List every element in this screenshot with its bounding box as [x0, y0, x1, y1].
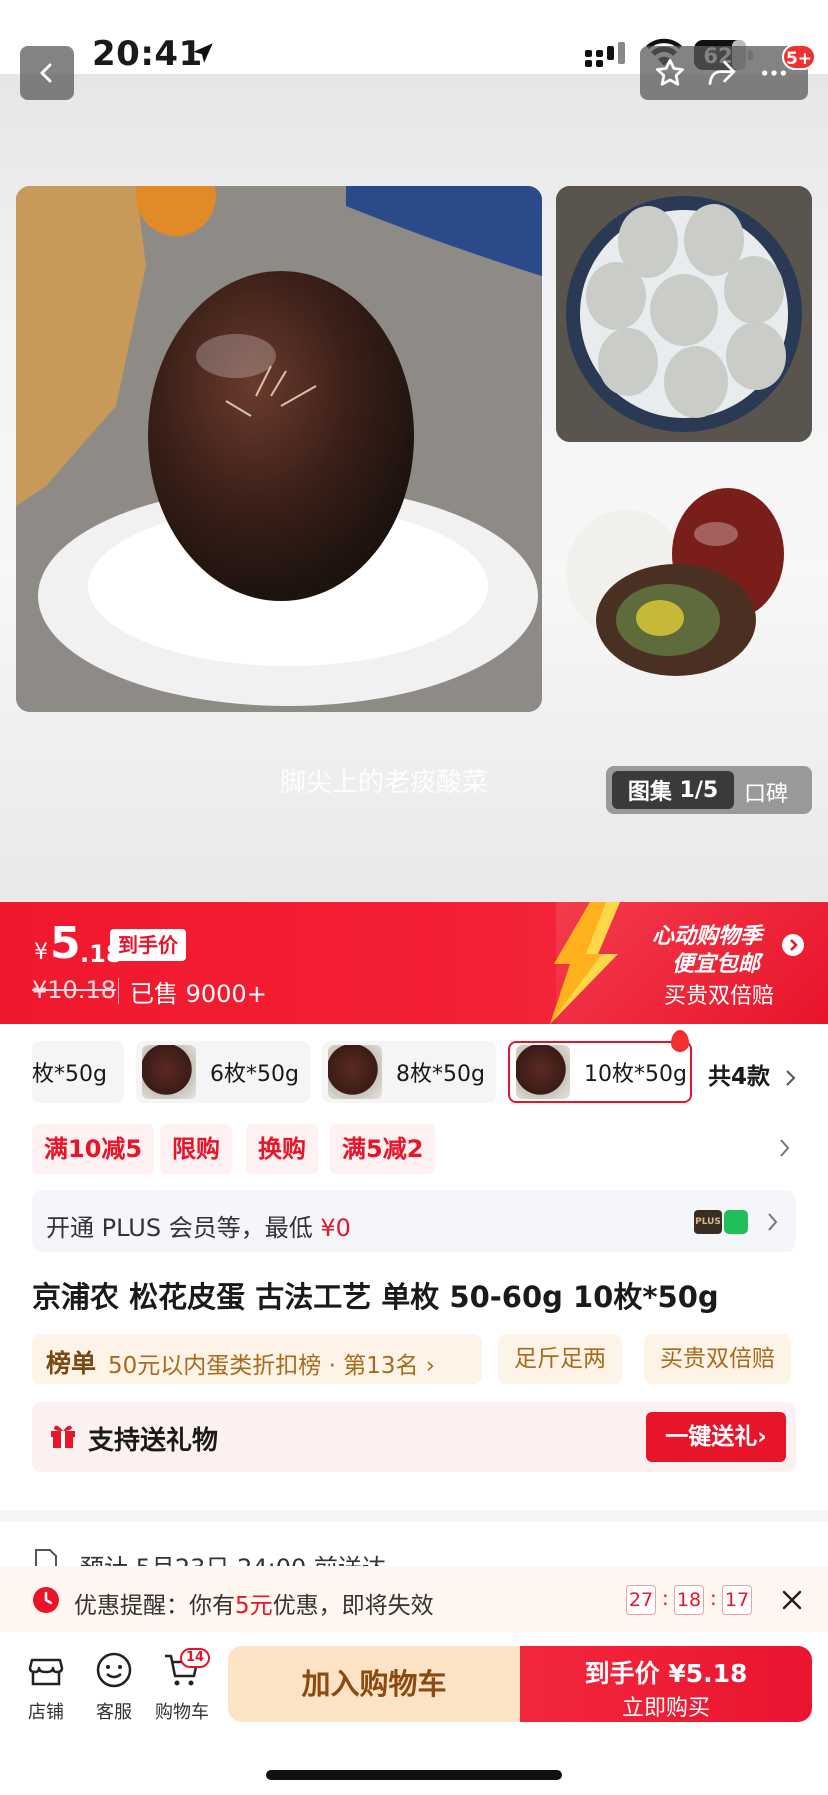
- variant-option[interactable]: 6枚*50g: [136, 1041, 310, 1103]
- chevron-right-icon[interactable]: [778, 1138, 792, 1158]
- nav-service[interactable]: 客服: [84, 1650, 144, 1724]
- original-price: ¥10.18: [32, 976, 116, 1004]
- variant-option[interactable]: 枚*50g: [32, 1041, 124, 1103]
- location-arrow-icon: [193, 43, 213, 63]
- variant-total[interactable]: 共4款: [708, 1057, 798, 1091]
- promo-tag[interactable]: 限购: [160, 1124, 232, 1174]
- variant-thumbnail: [142, 1045, 196, 1099]
- price-currency: ¥: [34, 940, 48, 965]
- plus-prefix: 开通 PLUS 会员等，最低: [46, 1214, 321, 1242]
- countdown-seconds: 17: [722, 1585, 752, 1615]
- chevron-right-icon: [786, 1069, 796, 1086]
- nav-store[interactable]: 店铺: [16, 1650, 76, 1724]
- nav-label: 客服: [96, 1702, 132, 1723]
- price-integer: 5: [50, 918, 81, 969]
- nav-label: 店铺: [28, 1702, 64, 1723]
- add-to-cart-button[interactable]: 加入购物车: [228, 1646, 520, 1722]
- price-divider: [118, 978, 119, 1004]
- gift-text: 支持送礼物: [88, 1426, 219, 1456]
- cellular-signal-icon: [585, 42, 625, 67]
- store-icon: [28, 1658, 64, 1686]
- buy-price: 到手价 ¥5.18: [584, 1659, 748, 1688]
- product-image-bowl[interactable]: [556, 186, 812, 442]
- chevron-right-icon: [768, 1213, 778, 1231]
- buy-now-button[interactable]: 到手价 ¥5.18 立即购买: [520, 1646, 812, 1722]
- variant-label: 6枚*50g: [210, 1062, 299, 1087]
- reminder-text: 优惠提醒：你有5元优惠，即将失效: [74, 1586, 434, 1620]
- album-label: 图集: [627, 780, 672, 805]
- variant-total-label: 共4款: [708, 1064, 771, 1090]
- nav-label: 购物车: [155, 1702, 209, 1723]
- product-image-main[interactable]: [16, 186, 542, 712]
- variant-label: 枚*50g: [32, 1062, 107, 1087]
- variant-label: 10枚*50g: [584, 1062, 687, 1087]
- variant-thumbnail: [328, 1045, 382, 1099]
- reminder-amount: 5元: [235, 1593, 273, 1619]
- tab-album[interactable]: 图集 1/5: [612, 771, 734, 809]
- guarantee-tag[interactable]: 足斤足两: [498, 1334, 622, 1384]
- reminder-suffix: 优惠，即将失效: [272, 1593, 434, 1619]
- reminder-prefix: 优惠提醒：你有: [74, 1593, 235, 1619]
- chevron-left-icon: [40, 63, 52, 83]
- countdown-hours: 27: [626, 1585, 656, 1615]
- ranking-text: 50元以内蛋类折扣榜 · 第13名 ›: [108, 1353, 435, 1379]
- countdown-colon: :: [662, 1586, 669, 1610]
- product-image-cut-egg[interactable]: [556, 454, 812, 710]
- countdown-minutes: 18: [674, 1585, 704, 1615]
- shopping-bag-icon: [724, 1210, 748, 1234]
- buy-label: 立即购买: [621, 1696, 710, 1721]
- ranking-badge: 榜单: [46, 1349, 97, 1378]
- star-favorite-icon[interactable]: [654, 57, 686, 89]
- gift-icon: [51, 1425, 75, 1448]
- plus-logo-icon: PLUS: [694, 1210, 722, 1234]
- price-guarantee: 买贵双倍赔: [664, 984, 775, 1009]
- promo-event-subtitle: 便宜包邮: [672, 952, 761, 977]
- variant-option-selected[interactable]: 10枚*50g: [508, 1041, 692, 1103]
- countdown-colon: :: [710, 1586, 717, 1610]
- service-icon: [96, 1652, 132, 1688]
- hot-flame-icon: [671, 1030, 689, 1052]
- share-icon[interactable]: [706, 57, 738, 89]
- tab-reviews[interactable]: 口碑: [744, 776, 788, 808]
- cart-count-badge: 14: [180, 1648, 210, 1668]
- guarantee-tag[interactable]: 买贵双倍赔: [644, 1334, 791, 1384]
- product-title: 京浦农 松花皮蛋 古法工艺 单枚 50-60g 10枚*50g: [32, 1280, 719, 1314]
- promo-arrow-icon[interactable]: [782, 934, 804, 956]
- variant-option[interactable]: 8枚*50g: [322, 1041, 496, 1103]
- promo-tag[interactable]: 满5减2: [330, 1124, 436, 1174]
- message-badge: 5+: [782, 44, 816, 70]
- plus-price: ¥0: [320, 1214, 351, 1242]
- send-gift-button[interactable]: 一键送礼›: [646, 1412, 786, 1462]
- close-icon[interactable]: [780, 1588, 804, 1612]
- plus-text: 开通 PLUS 会员等，最低 ¥0: [46, 1208, 351, 1243]
- back-button[interactable]: [20, 46, 74, 100]
- section-divider: [0, 1510, 828, 1522]
- final-price-tag: 到手价: [110, 929, 186, 961]
- variant-thumbnail: [516, 1045, 570, 1099]
- variant-label: 8枚*50g: [396, 1062, 485, 1087]
- clock-icon: [33, 1587, 59, 1613]
- album-index: 1/5: [679, 777, 719, 803]
- home-indicator[interactable]: [266, 1770, 562, 1780]
- status-time: 20:41: [92, 34, 203, 74]
- lightning-icon: [550, 902, 620, 1024]
- sold-count: 已售 9000+: [130, 980, 267, 1008]
- promo-tag[interactable]: 换购: [246, 1124, 318, 1174]
- image-watermark: 脚尖上的老痰酸菜: [280, 768, 489, 798]
- promo-tag[interactable]: 满10减5: [32, 1124, 155, 1174]
